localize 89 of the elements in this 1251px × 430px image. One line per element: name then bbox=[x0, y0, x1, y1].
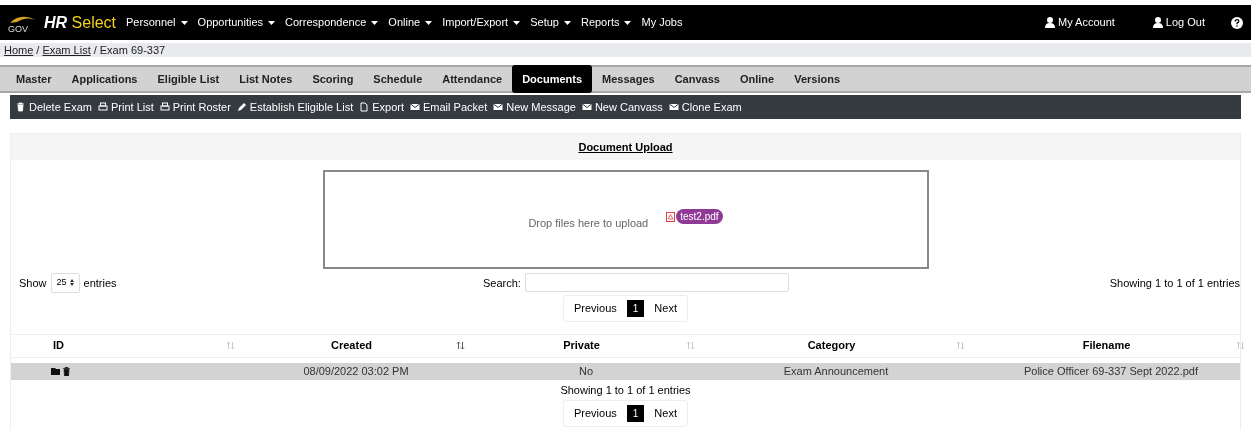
tab[interactable]: Versions bbox=[784, 64, 851, 94]
envelope-icon bbox=[581, 102, 592, 112]
breadcrumb-link[interactable]: Home bbox=[4, 41, 34, 59]
tab[interactable]: Master bbox=[6, 64, 62, 94]
file-badge[interactable]: test2.pdf bbox=[676, 209, 723, 224]
menu-item[interactable]: Personnel bbox=[126, 14, 188, 31]
show-label: Show bbox=[19, 275, 47, 291]
toolbar-button[interactable]: Email Packet bbox=[410, 98, 488, 116]
table-cell: Police Officer 69-337 Sept 2022.pdf bbox=[1023, 364, 1199, 377]
breadcrumb-separator: / bbox=[36, 42, 40, 58]
caret-icon bbox=[371, 20, 379, 25]
envelope-icon bbox=[410, 102, 420, 112]
next-button[interactable]: Next bbox=[650, 299, 681, 317]
pdf-icon bbox=[666, 211, 676, 222]
page-button[interactable]: 1 bbox=[626, 405, 645, 422]
user-link[interactable]: My Account bbox=[1045, 14, 1115, 31]
tab[interactable]: Documents bbox=[512, 64, 593, 94]
breadcrumb-link[interactable]: Exam List bbox=[42, 41, 91, 59]
user-link[interactable]: Log Out bbox=[1152, 14, 1205, 31]
tab[interactable]: List Notes bbox=[229, 64, 303, 94]
toolbar-button[interactable]: New Message bbox=[493, 98, 576, 116]
column-header[interactable]: Category bbox=[707, 337, 956, 354]
tab[interactable]: Scoring bbox=[302, 64, 364, 94]
pencil-icon bbox=[236, 102, 247, 112]
caret-icon bbox=[563, 20, 571, 25]
tab[interactable]: Online bbox=[729, 64, 785, 94]
search-label: Search: bbox=[483, 275, 521, 291]
previous-button[interactable]: Previous bbox=[570, 405, 621, 422]
drop-zone[interactable]: Drop files here to upload test2.pdf bbox=[322, 170, 929, 269]
menu-item[interactable]: My Jobs bbox=[641, 14, 683, 31]
stepper-icon bbox=[69, 279, 74, 287]
table-info: Showing 1 to 1 of 1 entries bbox=[1109, 275, 1240, 291]
table-cell: Exam Announcement bbox=[783, 364, 889, 377]
tab[interactable]: Messages bbox=[592, 64, 665, 94]
table-cell: 08/09/2022 03:02 PM bbox=[303, 364, 409, 377]
file-icon bbox=[359, 102, 370, 112]
tab[interactable]: Canvass bbox=[664, 64, 730, 94]
column-header[interactable]: Private bbox=[477, 337, 686, 354]
table-row[interactable]: 08/09/2022 03:02 PM No Exam Announcement Police Officer 69-337 Sept 2022.pdf bbox=[11, 362, 1240, 380]
column-header[interactable]: ID bbox=[53, 337, 64, 354]
caret-icon bbox=[180, 20, 188, 25]
menu-item[interactable]: Online bbox=[388, 14, 433, 31]
entries-label: entries bbox=[83, 275, 117, 291]
breadcrumb-separator: / bbox=[93, 42, 97, 58]
menu-item[interactable]: Reports bbox=[580, 14, 632, 31]
caret-icon bbox=[425, 20, 433, 25]
caret-icon bbox=[513, 20, 521, 25]
toolbar-button[interactable]: Print Roster bbox=[159, 98, 231, 116]
next-button[interactable]: Next bbox=[650, 405, 681, 422]
breadcrumb-current: Exam 69-337 bbox=[99, 42, 166, 58]
tab[interactable]: Eligible List bbox=[147, 64, 230, 94]
tab[interactable]: Applications bbox=[61, 64, 148, 94]
drop-zone-message: Drop files here to upload bbox=[528, 216, 649, 232]
trash-icon bbox=[16, 102, 26, 112]
column-header[interactable]: Created bbox=[247, 337, 456, 354]
user-icon bbox=[1045, 17, 1055, 28]
logo-text: GOV bbox=[8, 23, 28, 34]
toolbar-button[interactable]: Delete Exam bbox=[16, 98, 92, 116]
tab[interactable]: Schedule bbox=[363, 64, 433, 94]
menu-item[interactable]: Setup bbox=[530, 14, 571, 31]
toolbar-button[interactable]: Establish Eligible List bbox=[236, 98, 354, 116]
menu-item[interactable]: Opportunities bbox=[197, 14, 275, 31]
envelope-icon bbox=[668, 102, 679, 112]
printer-icon bbox=[98, 102, 108, 112]
printer-icon bbox=[159, 102, 170, 112]
table-info: Showing 1 to 1 of 1 entries bbox=[560, 382, 691, 398]
app-name[interactable]: HR Select bbox=[44, 10, 117, 35]
column-header[interactable]: Filename bbox=[977, 337, 1236, 354]
page-size-select[interactable]: 25 bbox=[50, 273, 80, 293]
menu-item[interactable]: Import/Export bbox=[442, 14, 521, 31]
menu-item[interactable]: Correspondence bbox=[285, 14, 379, 31]
trash-icon[interactable] bbox=[63, 366, 70, 376]
folder-icon[interactable] bbox=[51, 367, 61, 375]
table-cell: No bbox=[578, 364, 594, 377]
toolbar-button[interactable]: Export bbox=[359, 98, 404, 116]
previous-button[interactable]: Previous bbox=[570, 299, 621, 317]
tab[interactable]: Attendance bbox=[432, 64, 513, 94]
toolbar-button[interactable]: Clone Exam bbox=[668, 98, 742, 116]
caret-icon bbox=[624, 20, 632, 25]
caret-icon bbox=[268, 20, 275, 25]
toolbar-button[interactable]: Print List bbox=[98, 98, 154, 116]
panel-title: Document Upload bbox=[578, 139, 673, 155]
help-icon[interactable] bbox=[1231, 16, 1243, 29]
page-button[interactable]: 1 bbox=[626, 299, 645, 317]
user-icon bbox=[1152, 17, 1163, 28]
search-field[interactable] bbox=[524, 273, 789, 293]
envelope-icon bbox=[493, 102, 504, 112]
toolbar-button[interactable]: New Canvass bbox=[581, 98, 663, 116]
sort-icon[interactable] bbox=[456, 341, 465, 350]
